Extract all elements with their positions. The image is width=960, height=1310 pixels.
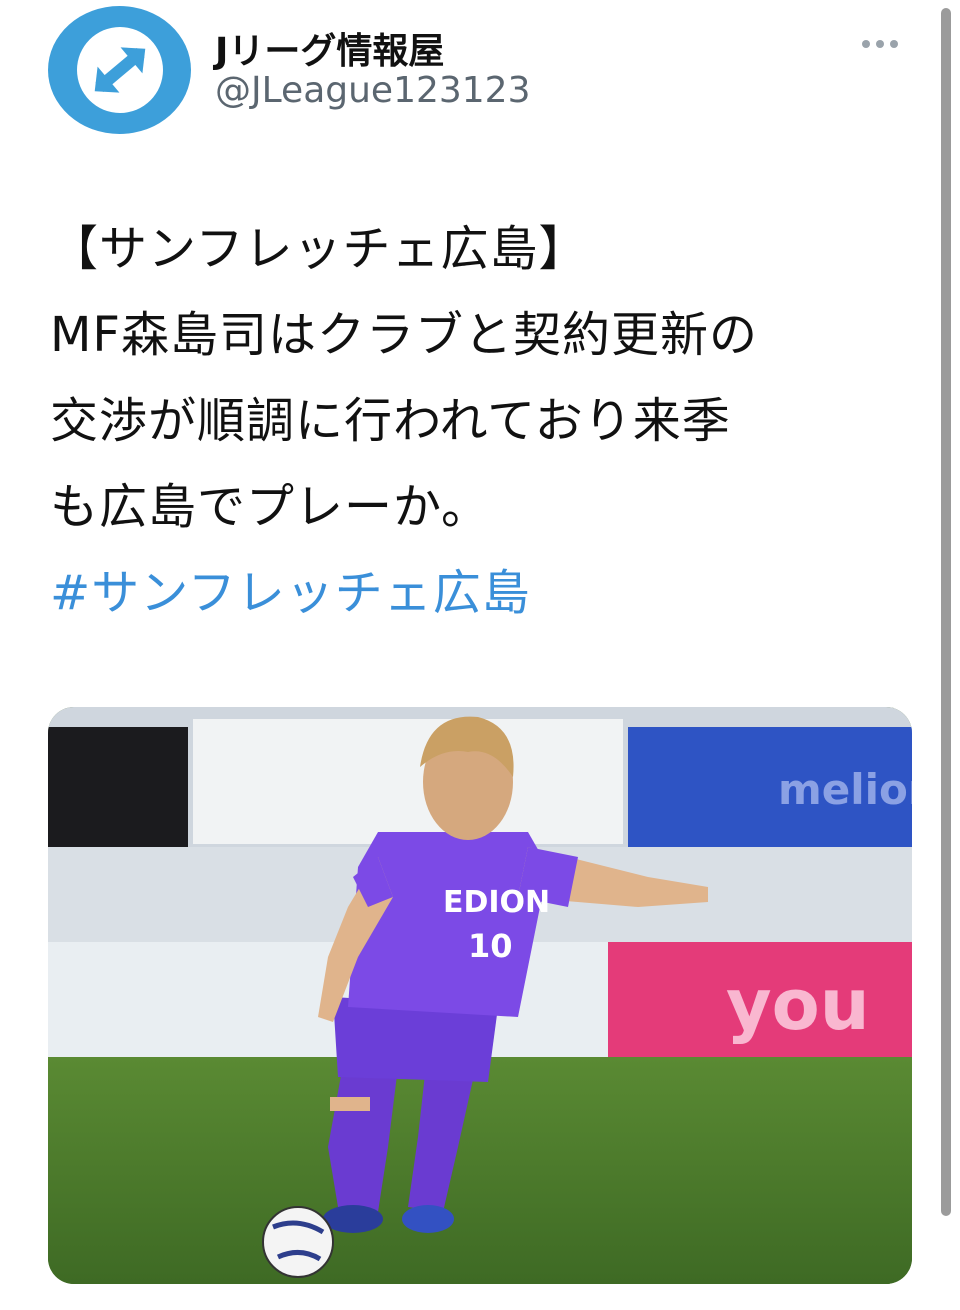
jersey-sponsor-text: EDION <box>443 885 550 920</box>
tweet-header: Jリーグ情報屋 @JLeague123123 <box>0 0 960 140</box>
more-dot <box>890 40 898 48</box>
more-dot <box>862 40 870 48</box>
more-options-button[interactable] <box>862 30 910 58</box>
tweet-line: も広島でプレーか。 <box>50 479 491 535</box>
tweet-line: 交渉が順調に行われており来季 <box>50 393 731 449</box>
jersey-number: 10 <box>468 927 513 965</box>
tweet-line: 【サンフレッチェ広島】 <box>50 221 588 277</box>
scrollbar[interactable] <box>941 8 951 1216</box>
double-arrow-icon <box>94 47 145 93</box>
more-dot <box>876 40 884 48</box>
player-figure: EDION 10 <box>262 716 708 1278</box>
display-name[interactable]: Jリーグ情報屋 <box>215 22 444 74</box>
avatar-inner <box>76 27 163 113</box>
user-handle[interactable]: @JLeague123123 <box>215 70 531 111</box>
avatar[interactable] <box>48 6 191 134</box>
hashtag-link[interactable]: #サンフレッチェ広島 <box>50 550 920 636</box>
tweet-photo[interactable]: melior you EDION 10 <box>48 707 912 1284</box>
tweet-line: MF森島司はクラブと契約更新の <box>50 307 759 363</box>
tweet-text: 【サンフレッチェ広島】 MF森島司はクラブと契約更新の 交渉が順調に行われており… <box>50 206 920 636</box>
